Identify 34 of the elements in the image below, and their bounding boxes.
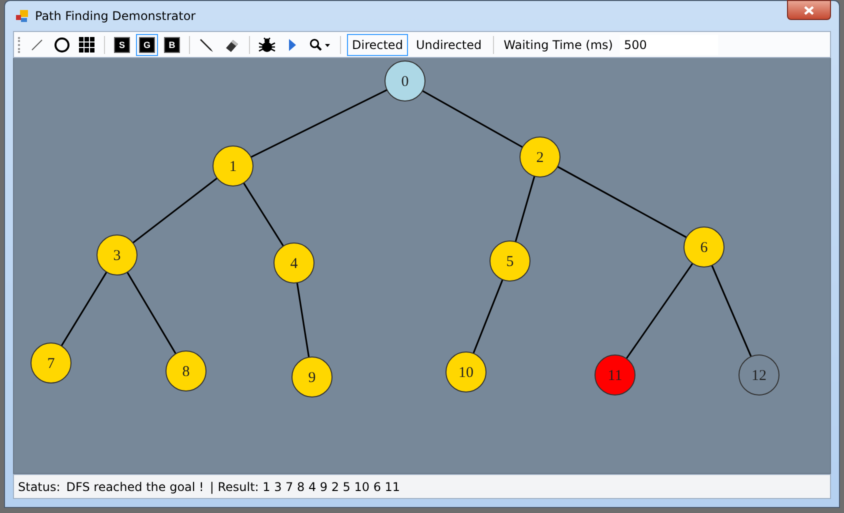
graph-node[interactable]: 0 <box>384 60 426 102</box>
waiting-time-label: Waiting Time (ms) <box>502 38 614 52</box>
graph-node[interactable]: 9 <box>292 356 332 398</box>
mode-button[interactable]: Undirected <box>410 34 487 56</box>
graph-edge <box>514 176 536 242</box>
pencil-icon[interactable] <box>199 36 215 53</box>
graph-node[interactable]: 11 <box>594 354 636 396</box>
graph-node[interactable]: 5 <box>490 240 530 282</box>
window-title: Path Finding Demonstrator <box>35 9 196 24</box>
graph-node[interactable]: 8 <box>166 350 206 392</box>
graph-node[interactable]: 12 <box>738 354 780 396</box>
status-message: DFS reached the goal ! <box>66 480 204 494</box>
close-icon <box>804 6 814 15</box>
result-text: | Result: 1 3 7 8 4 9 2 5 10 6 11 <box>210 480 400 494</box>
line-icon[interactable] <box>30 38 44 52</box>
graph-node[interactable]: 10 <box>446 352 486 393</box>
graph-node[interactable]: 7 <box>30 342 72 384</box>
graph-node[interactable]: 4 <box>274 242 314 284</box>
play-icon[interactable] <box>287 38 297 52</box>
grid-icon[interactable] <box>79 36 95 53</box>
app-icon <box>15 9 29 24</box>
mode-button[interactable]: Directed <box>347 34 408 56</box>
waiting-time-field[interactable]: 500 <box>620 34 718 55</box>
graph-node[interactable]: 6 <box>684 226 724 268</box>
bug-icon[interactable] <box>258 36 276 53</box>
graph-node[interactable]: 1 <box>212 146 254 187</box>
graph-node[interactable]: 3 <box>96 234 138 276</box>
node-type-button[interactable]: G <box>136 34 158 56</box>
zoom-icon[interactable] <box>309 38 331 52</box>
graph-edge <box>242 182 284 247</box>
status-label: Status: <box>18 480 60 494</box>
circle-icon[interactable] <box>54 36 70 53</box>
close-button[interactable] <box>787 0 831 20</box>
graph-node[interactable]: 2 <box>520 136 560 178</box>
